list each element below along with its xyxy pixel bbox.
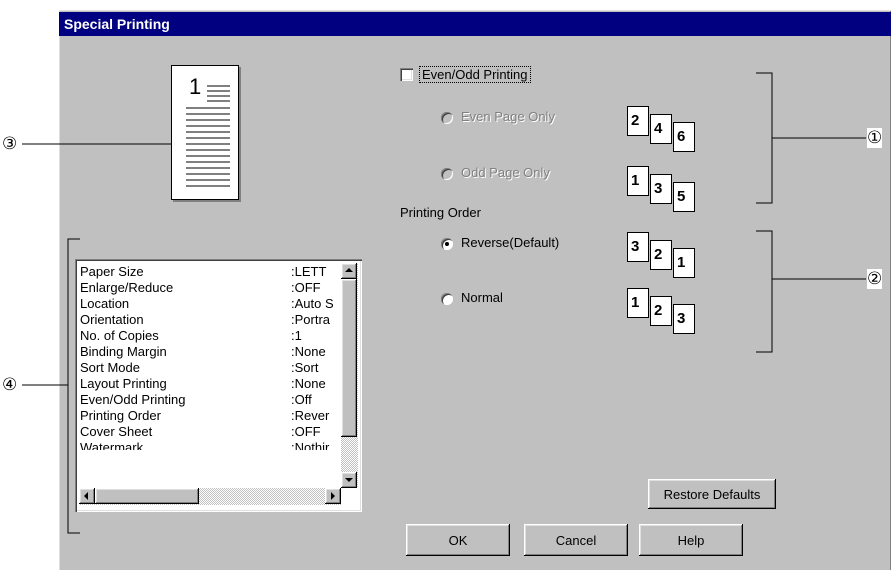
callout-lines xyxy=(22,72,866,534)
callout-1: ① xyxy=(867,128,883,148)
callout-2: ② xyxy=(867,269,883,289)
callout-4: ④ xyxy=(2,375,18,395)
callout-3: ③ xyxy=(2,134,18,154)
